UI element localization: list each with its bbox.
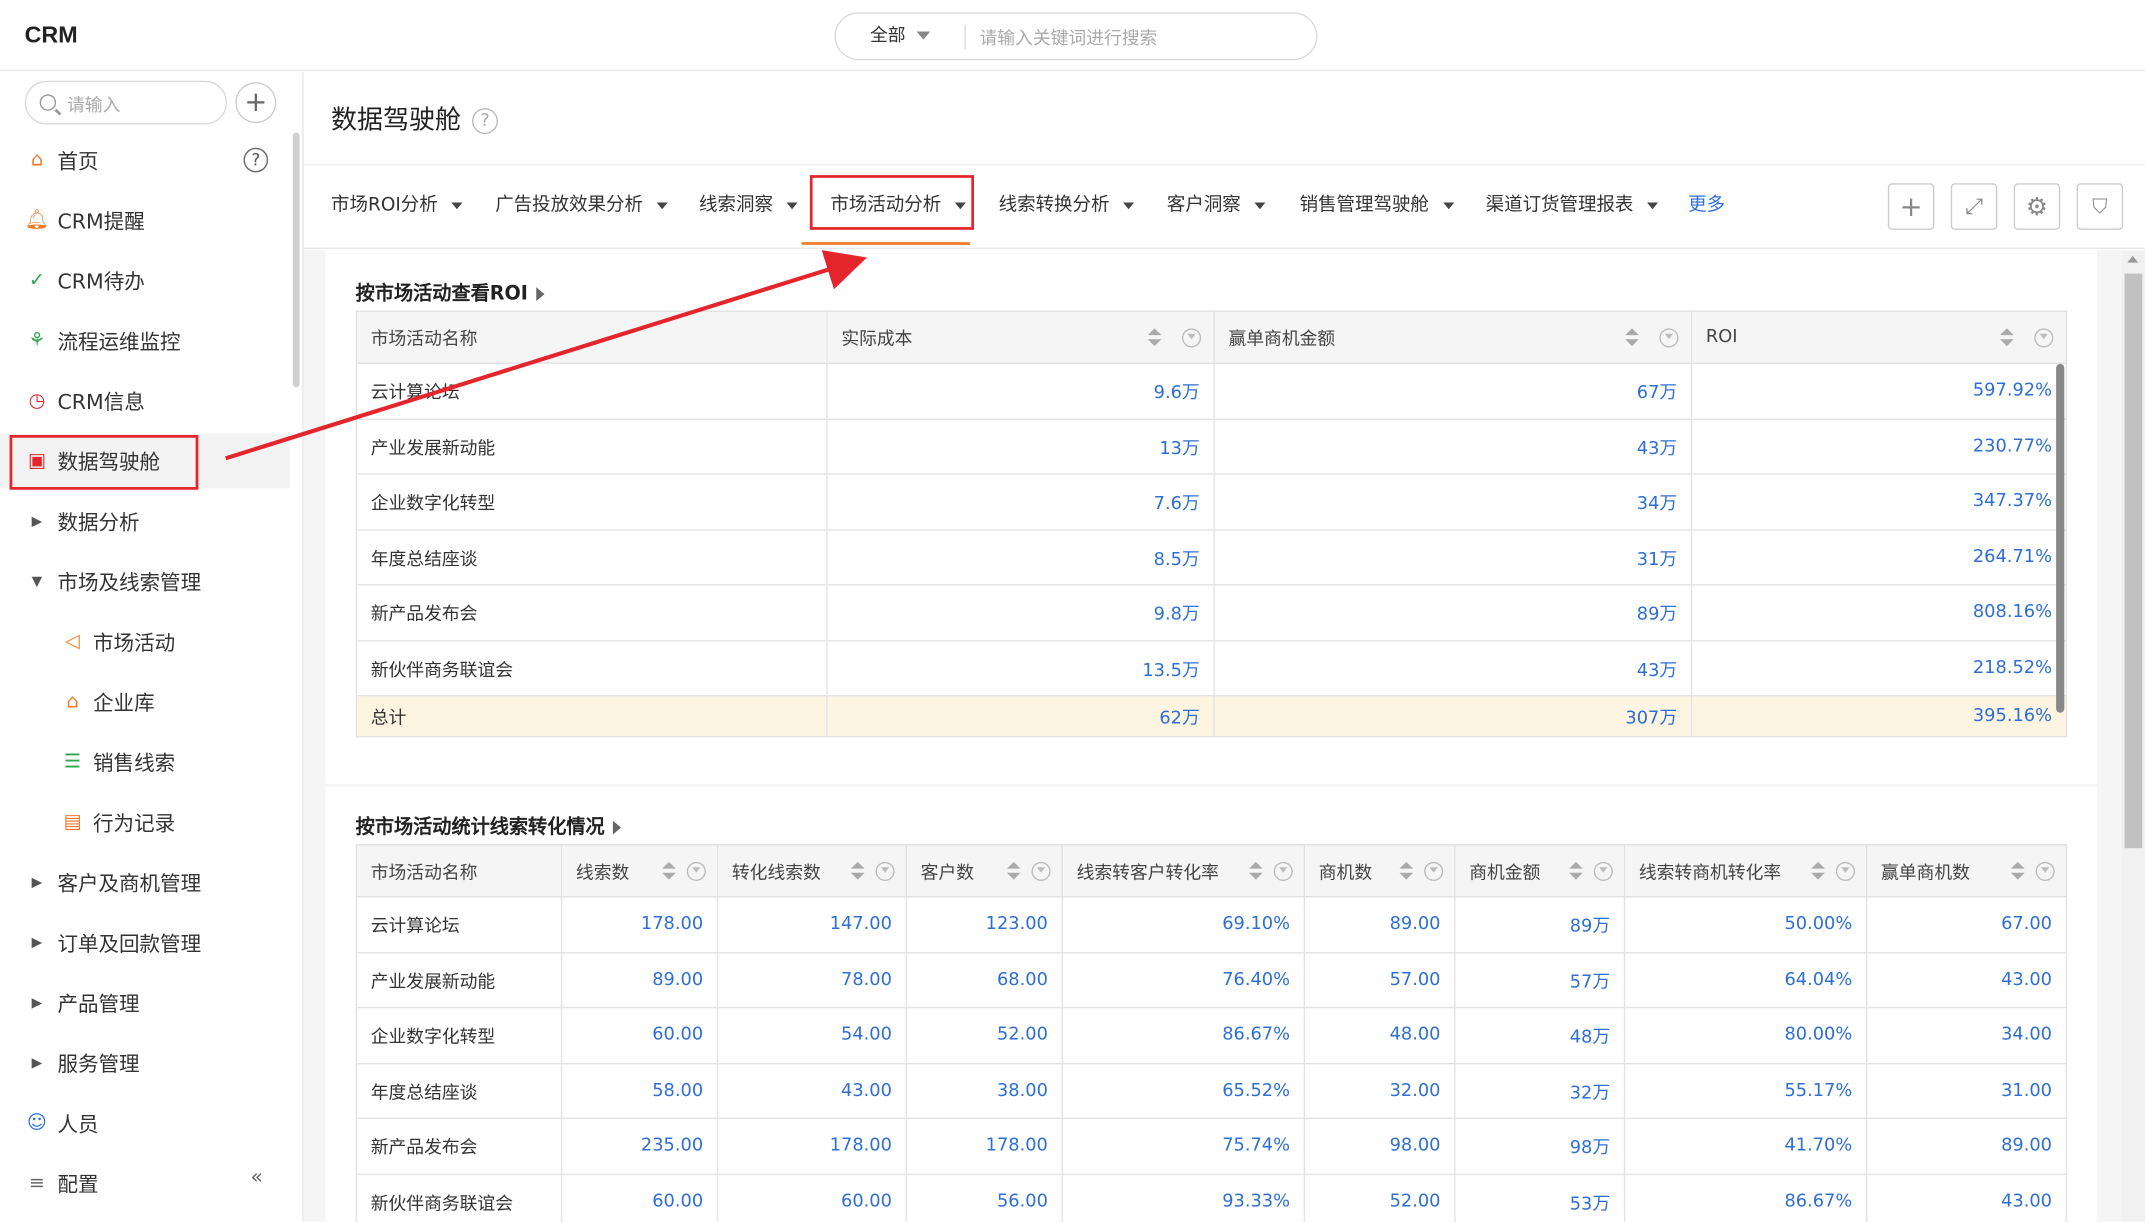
app-root: CRM 全部 请输入关键词进行搜索 请输入 + ⌂ 首页? 🔔︎ CRM提醒 ✓ CR… [0,0,2145,1222]
annotation-arrow [225,250,867,461]
